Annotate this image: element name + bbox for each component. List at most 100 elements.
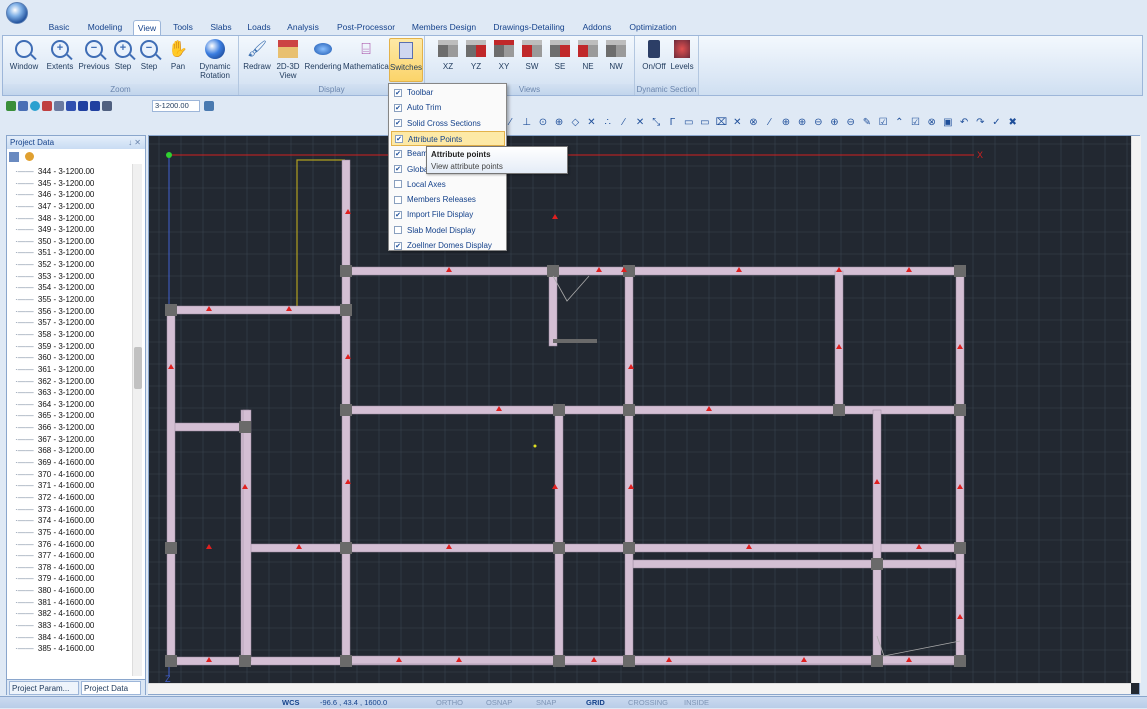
tree-item[interactable]: ·—— 381 - 4-1600.00 <box>15 597 133 609</box>
draw-tool-icon[interactable]: ⌃ <box>894 117 905 128</box>
beam[interactable] <box>558 543 962 553</box>
tree-item[interactable]: ·—— 370 - 4-1600.00 <box>15 469 133 481</box>
tree-item[interactable]: ·—— 384 - 4-1600.00 <box>15 632 133 644</box>
tab-basic[interactable]: Basic <box>44 20 74 35</box>
panel-scrollbar[interactable] <box>132 164 142 676</box>
mathematical-button[interactable]: ⌸ Mathematical <box>343 38 391 71</box>
tree-item[interactable]: ·—— 375 - 4-1600.00 <box>15 527 133 539</box>
beam[interactable] <box>624 270 634 662</box>
draw-tool-icon[interactable]: ⌧ <box>716 117 728 128</box>
osnap-toggle[interactable]: OSNAP <box>486 697 512 709</box>
level-combo[interactable]: 3-1200.00 <box>152 100 200 112</box>
tree-item[interactable]: ·—— 385 - 4-1600.00 <box>15 643 133 655</box>
draw-tool-icon[interactable]: ⊕ <box>780 117 791 128</box>
draw-tool-icon[interactable]: ⊕ <box>554 117 565 128</box>
canvas-horizontal-scrollbar[interactable] <box>148 683 1131 694</box>
inside-toggle[interactable]: INSIDE <box>684 697 709 709</box>
draw-tool-icon[interactable]: ⊗ <box>926 117 937 128</box>
beam[interactable] <box>955 270 965 662</box>
tab-addons[interactable]: Addons <box>580 20 614 35</box>
tree-item[interactable]: ·—— 369 - 4-1600.00 <box>15 457 133 469</box>
draw-tool-icon[interactable]: ∕ <box>764 117 775 128</box>
level-icon[interactable] <box>102 101 112 111</box>
beam[interactable] <box>834 270 844 411</box>
tree-item[interactable]: ·—— 374 - 4-1600.00 <box>15 515 133 527</box>
redraw-button[interactable]: 🖌 Redraw <box>241 38 273 71</box>
draw-tool-icon[interactable]: ▣ <box>942 117 953 128</box>
tree-item[interactable]: ·—— 371 - 4-1600.00 <box>15 480 133 492</box>
tree-item[interactable]: ·—— 372 - 4-1600.00 <box>15 492 133 504</box>
panel-scroll-thumb[interactable] <box>134 347 142 389</box>
checkbox-icon[interactable]: ✔ <box>395 135 403 144</box>
beam[interactable] <box>170 422 250 432</box>
draw-tool-icon[interactable]: ✎ <box>861 117 872 128</box>
checkbox-icon[interactable] <box>394 226 402 235</box>
tree-item[interactable]: ·—— 362 - 3-1200.00 <box>15 376 133 388</box>
structure-drawing[interactable]: XZ <box>149 136 1139 684</box>
tab-analysis[interactable]: Analysis <box>284 20 322 35</box>
tree-item[interactable]: ·—— 383 - 4-1600.00 <box>15 620 133 632</box>
tab-drawings-detailing[interactable]: Drawings-Detailing <box>489 20 569 35</box>
tree-item[interactable]: ·—— 382 - 4-1600.00 <box>15 608 133 620</box>
switches-menu-item[interactable]: ✔ Toolbar <box>391 85 505 100</box>
beam[interactable] <box>242 409 252 662</box>
levels-button[interactable]: Levels <box>669 38 695 71</box>
view-se-button[interactable]: SE <box>547 38 573 71</box>
tree-item[interactable]: ·—— 380 - 4-1600.00 <box>15 585 133 597</box>
tree-item[interactable]: ·—— 352 - 3-1200.00 <box>15 259 133 271</box>
tree-item[interactable]: ·—— 347 - 3-1200.00 <box>15 201 133 213</box>
save-icon[interactable] <box>66 101 76 111</box>
ortho-toggle[interactable]: ORTHO <box>436 697 463 709</box>
tab-post-processor[interactable]: Post-Processor <box>333 20 399 35</box>
draw-tool-icon[interactable]: ∴ <box>602 117 613 128</box>
tab-modeling[interactable]: Modeling <box>84 20 126 35</box>
tab-loads[interactable]: Loads <box>244 20 274 35</box>
tree-item[interactable]: ·—— 355 - 3-1200.00 <box>15 294 133 306</box>
tree-item[interactable]: ·—— 345 - 3-1200.00 <box>15 178 133 190</box>
draw-tool-icon[interactable]: ⊙ <box>537 117 548 128</box>
tab-optimization[interactable]: Optimization <box>625 20 681 35</box>
tab-view[interactable]: View <box>133 20 161 35</box>
tree-item[interactable]: ·—— 377 - 4-1600.00 <box>15 550 133 562</box>
draw-tool-icon[interactable]: ⊗ <box>748 117 759 128</box>
grid-toggle[interactable]: GRID <box>586 697 605 709</box>
beam[interactable] <box>166 309 176 662</box>
tree-item[interactable]: ·—— 356 - 3-1200.00 <box>15 306 133 318</box>
draw-tool-icon[interactable]: ✕ <box>635 117 646 128</box>
snap-toggle[interactable]: SNAP <box>536 697 556 709</box>
canvas-vertical-scrollbar[interactable] <box>1131 136 1141 683</box>
up-arrow-icon[interactable] <box>78 101 88 111</box>
draw-tool-icon[interactable]: ▭ <box>683 117 694 128</box>
draw-tool-icon[interactable]: ∕ <box>618 117 629 128</box>
pan-button[interactable]: ✋ Pan <box>165 38 191 71</box>
tree-item[interactable]: ·—— 358 - 3-1200.00 <box>15 329 133 341</box>
down-arrow-icon[interactable] <box>90 101 100 111</box>
draw-tool-icon[interactable]: ✕ <box>732 117 743 128</box>
view-xz-button[interactable]: XZ <box>435 38 461 71</box>
draw-tool-icon[interactable]: ✕ <box>586 117 597 128</box>
checkbox-icon[interactable]: ✔ <box>394 165 402 173</box>
beam[interactable] <box>554 409 564 662</box>
checkbox-icon[interactable]: ✔ <box>394 241 402 250</box>
draw-tool-icon[interactable]: ⊕ <box>797 117 808 128</box>
dynamic-rotation-button[interactable]: Dynamic Rotation <box>195 38 235 80</box>
tree-item[interactable]: ·—— 361 - 3-1200.00 <box>15 364 133 376</box>
zoom-step-in-button[interactable]: + Step <box>111 38 135 71</box>
model-canvas[interactable]: XZ <box>148 135 1140 695</box>
checkbox-icon[interactable]: ✔ <box>394 149 402 158</box>
draw-tool-icon[interactable]: ☑ <box>910 117 921 128</box>
tree-item[interactable]: ·—— 349 - 3-1200.00 <box>15 224 133 236</box>
tree-item[interactable]: ·—— 346 - 3-1200.00 <box>15 189 133 201</box>
new-icon[interactable] <box>6 101 16 111</box>
beam[interactable] <box>548 270 558 347</box>
checkbox-icon[interactable] <box>394 195 402 204</box>
switches-menu-item[interactable]: ✔ Import File Display <box>391 207 505 222</box>
switches-menu-item[interactable]: Members Releases <box>391 192 505 207</box>
draw-tool-icon[interactable]: ↶ <box>959 117 970 128</box>
checkbox-icon[interactable] <box>394 180 402 189</box>
zoom-window-button[interactable]: Window <box>7 38 41 71</box>
filter-icon[interactable] <box>25 152 34 161</box>
tab-project-data[interactable]: Project Data <box>81 681 141 695</box>
tree-item[interactable]: ·—— 365 - 3-1200.00 <box>15 410 133 422</box>
beam[interactable] <box>344 655 962 665</box>
